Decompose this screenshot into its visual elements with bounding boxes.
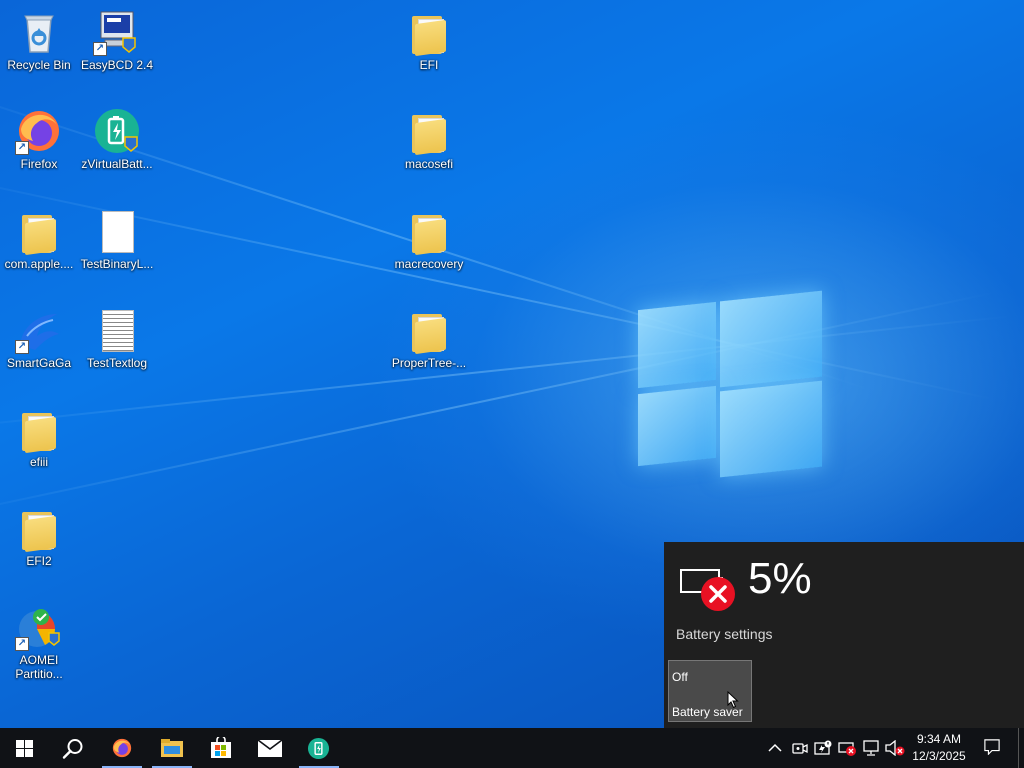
desktop-icon-firefox[interactable]: ↗ Firefox: [1, 103, 77, 171]
folder-icon: [405, 306, 453, 355]
smartgaga-icon: ↗: [15, 306, 63, 354]
start-button[interactable]: [0, 728, 48, 768]
microsoft-store-icon: [211, 737, 231, 758]
folder-icon: [405, 8, 453, 57]
desktop-icon-testtextlog[interactable]: TestTextlog: [79, 302, 155, 370]
file-explorer-icon: [161, 739, 183, 757]
icon-label: Firefox: [20, 157, 58, 171]
easybcd-icon: ↗: [93, 8, 141, 56]
desktop-icon-macrecovery[interactable]: macrecovery: [391, 203, 467, 271]
clock[interactable]: 9:34 AM 12/3/2025: [906, 731, 972, 765]
icon-label: EFI2: [26, 554, 52, 568]
battery-empty-icon: [680, 568, 735, 611]
volume-muted-icon[interactable]: [885, 740, 905, 756]
folder-icon: [405, 107, 453, 156]
clock-date: 12/3/2025: [912, 749, 966, 763]
windows-start-icon: [16, 740, 33, 757]
shortcut-arrow-icon: ↗: [93, 42, 107, 56]
battery-flyout: 5% Battery settings Off Battery saver: [664, 542, 1024, 728]
folder-icon: [15, 405, 63, 454]
blank-file-icon: [93, 207, 141, 255]
desktop-icon-efiii[interactable]: efiii: [1, 401, 77, 469]
action-center-icon[interactable]: [983, 739, 1001, 755]
battery-tray-icon[interactable]: [814, 740, 832, 756]
desktop-icon-easybcd[interactable]: ↗ EasyBCD 2.4: [79, 4, 155, 72]
icon-label: com.apple....: [4, 257, 74, 271]
icon-label: AOMEI Partitio...: [15, 653, 63, 681]
icon-label: Recycle Bin: [7, 58, 71, 72]
desktop-icon-smartgaga[interactable]: ↗ SmartGaGa: [1, 302, 77, 370]
icon-label: ProperTree-...: [391, 356, 467, 370]
folder-icon: [15, 504, 63, 553]
taskbar-zvirtualbattery[interactable]: [295, 728, 343, 768]
icon-label: zVirtualBatt...: [81, 157, 153, 171]
desktop-icon-aomei[interactable]: ↗ AOMEI Partitio...: [1, 599, 77, 681]
desktop-icon-macosefi[interactable]: macosefi: [391, 103, 467, 171]
desktop-icon-com-apple[interactable]: com.apple....: [1, 203, 77, 271]
shortcut-arrow-icon: ↗: [15, 340, 29, 354]
aomei-partition-icon: ↗: [15, 603, 63, 651]
mail-icon: [258, 740, 282, 757]
firefox-icon: ↗: [15, 107, 63, 155]
icon-label: SmartGaGa: [6, 356, 72, 370]
recycle-bin-icon: [15, 8, 63, 56]
desktop-icon-efi[interactable]: EFI: [391, 4, 467, 72]
desktop-icon-propertree[interactable]: ProperTree-...: [391, 302, 467, 370]
icon-label: macrecovery: [394, 257, 464, 271]
taskbar-mail[interactable]: [246, 728, 294, 768]
battery-saver-toggle[interactable]: Off Battery saver: [668, 660, 752, 722]
desktop-icon-recycle-bin[interactable]: Recycle Bin: [1, 4, 77, 72]
meet-now-icon[interactable]: [792, 740, 808, 756]
search-icon: [62, 739, 83, 759]
mouse-cursor-icon: [727, 691, 739, 709]
firefox-icon: [112, 738, 132, 758]
battery-saver-state: Off: [672, 670, 688, 684]
search-button[interactable]: [48, 728, 96, 768]
network-icon[interactable]: [862, 740, 880, 756]
battery-error-icon[interactable]: [838, 740, 858, 756]
show-desktop-button[interactable]: [1018, 728, 1019, 768]
icon-label: efiii: [29, 455, 48, 469]
taskbar-microsoft-store[interactable]: [197, 728, 245, 768]
windows-logo-wallpaper: [636, 288, 826, 483]
shortcut-arrow-icon: ↗: [15, 141, 29, 155]
taskbar-firefox[interactable]: [98, 728, 146, 768]
icon-label: EasyBCD 2.4: [80, 58, 154, 72]
desktop-icon-testbinarylog[interactable]: TestBinaryL...: [79, 203, 155, 271]
desktop-icon-zvirtualbattery[interactable]: zVirtualBatt...: [79, 103, 155, 171]
desktop-icon-efi2[interactable]: EFI2: [1, 500, 77, 568]
folder-icon: [405, 207, 453, 256]
text-file-icon: [93, 306, 141, 354]
folder-icon: [15, 207, 63, 256]
battery-percentage: 5%: [748, 554, 812, 603]
zvirtualbattery-icon: [93, 107, 141, 155]
icon-label: EFI: [419, 58, 439, 72]
taskbar-file-explorer[interactable]: [148, 728, 196, 768]
battery-settings-link[interactable]: Battery settings: [676, 626, 773, 642]
icon-label: macosefi: [404, 157, 454, 171]
icon-label: TestBinaryL...: [80, 257, 154, 271]
taskbar: 9:34 AM 12/3/2025: [0, 728, 1024, 768]
show-hidden-icons-chevron-icon[interactable]: [768, 740, 782, 756]
icon-label: TestTextlog: [86, 356, 148, 370]
shortcut-arrow-icon: ↗: [15, 637, 29, 651]
clock-time: 9:34 AM: [916, 732, 962, 746]
zvirtualbattery-icon: [307, 737, 330, 760]
